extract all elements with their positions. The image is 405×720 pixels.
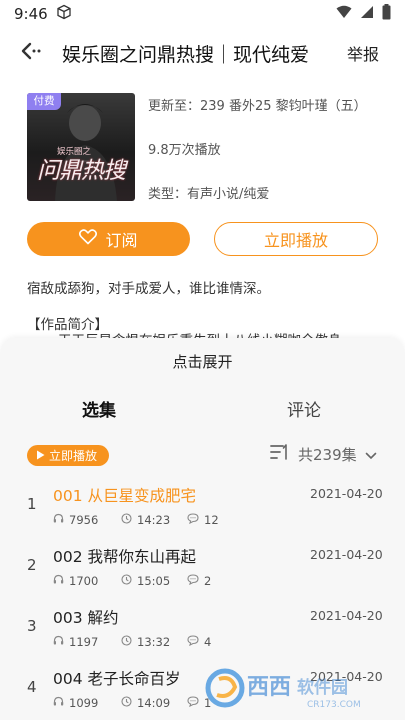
comments-stat: 4 (187, 635, 211, 649)
plays-stat: 1700 (53, 574, 121, 588)
plays-stat: 1099 (53, 696, 121, 710)
episode-sheet: 点击展开 选集 评论 立即播放 共239集 1 001 从巨星变成肥宅 2021-0… (0, 338, 405, 720)
episode-date: 2021-04-20 (310, 547, 383, 562)
duration: 14:09 (137, 696, 171, 710)
duration: 15:05 (137, 574, 171, 588)
comments-count: 2 (204, 574, 212, 588)
headphones-icon (53, 696, 64, 710)
comment-icon (187, 635, 199, 649)
episode-title: 003 解约 (53, 609, 119, 627)
comments-stat: 2 (187, 574, 211, 588)
clock-icon (121, 696, 132, 710)
category: 类型：有声小说/纯爱 (148, 187, 270, 202)
back-button[interactable] (0, 28, 62, 78)
play-icon (36, 449, 45, 463)
tagline: 宿敌成舔狗，对手成爱人，谁比谁情深。 (27, 281, 270, 297)
subscribe-label: 订阅 (105, 231, 138, 250)
plays-count: 7956 (69, 513, 99, 527)
plays-count: 1197 (69, 635, 99, 649)
book-info: 付费 娱乐圈之 问鼎热搜 更新至：239 番外25 黎钧叶瑾（五） 9.8万次播… (27, 93, 387, 205)
chevron-down-icon (365, 445, 377, 464)
subscribe-button[interactable]: 订阅 (27, 222, 190, 256)
cover-badge: 付费 (27, 93, 61, 110)
play-chip-button[interactable]: 立即播放 (27, 445, 109, 466)
duration-stat: 14:09 (121, 696, 187, 710)
sort-icon (270, 443, 290, 465)
svg-text:软件园: 软件园 (297, 677, 348, 698)
tab-episodes[interactable]: 选集 (82, 396, 116, 421)
plays-count: 1099 (69, 696, 99, 710)
headphones-icon (53, 574, 64, 588)
episode-stats: 1197 13:32 4 (53, 635, 211, 649)
episode-title: 001 从巨星变成肥宅 (53, 487, 197, 505)
episode-total: 共239集 (298, 445, 357, 464)
comment-icon (187, 696, 199, 710)
svg-text:西西: 西西 (247, 675, 291, 700)
wifi-icon (336, 5, 352, 23)
episode-title: 002 我帮你东山再起 (53, 548, 197, 566)
cover-title: 问鼎热搜 (37, 158, 126, 184)
duration: 13:32 (137, 635, 171, 649)
plays-stat: 1197 (53, 635, 121, 649)
episode-index: 2 (27, 556, 37, 574)
status-time: 9:46 (14, 5, 48, 23)
title-bar: 娱乐圈之问鼎热搜｜现代纯爱 举报 (0, 28, 405, 78)
clock-icon (121, 513, 132, 527)
duration-stat: 15:05 (121, 574, 187, 588)
page-title: 娱乐圈之问鼎热搜｜现代纯爱 (62, 43, 310, 66)
episode-title: 004 老子长命百岁 (53, 670, 181, 688)
episode-stats: 1700 15:05 2 (53, 574, 211, 588)
plays-count: 1700 (69, 574, 99, 588)
duration: 14:23 (137, 513, 171, 527)
box-icon (56, 4, 72, 24)
headphones-icon (53, 635, 64, 649)
tab-comments[interactable]: 评论 (287, 396, 321, 421)
episode-index: 3 (27, 617, 37, 635)
expand-toggle[interactable]: 点击展开 (0, 351, 405, 372)
update-info: 更新至：239 番外25 黎钧叶瑾（五） (148, 99, 367, 114)
duration-stat: 13:32 (121, 635, 187, 649)
episode-date: 2021-04-20 (310, 608, 383, 623)
comment-icon (187, 513, 199, 527)
episode-index: 1 (27, 495, 37, 513)
comment-icon (187, 574, 199, 588)
comments-stat: 12 (187, 513, 219, 527)
back-icon (20, 42, 42, 64)
headphones-icon (53, 513, 64, 527)
comments-count: 4 (204, 635, 212, 649)
battery-icon (382, 4, 391, 24)
play-now-button[interactable]: 立即播放 (214, 222, 378, 256)
play-count: 9.8万次播放 (148, 143, 221, 158)
play-chip-label: 立即播放 (49, 449, 98, 463)
duration-stat: 14:23 (121, 513, 187, 527)
svg-text:CR173.COM: CR173.COM (307, 700, 361, 710)
play-now-label: 立即播放 (263, 231, 328, 250)
sort-control[interactable]: 共239集 (270, 443, 377, 465)
book-cover[interactable]: 付费 娱乐圈之 问鼎热搜 (27, 93, 135, 201)
heart-icon (79, 229, 98, 249)
episode-row[interactable]: 1 001 从巨星变成肥宅 2021-04-20 7956 14:23 12 (0, 476, 405, 537)
clock-icon (121, 574, 132, 588)
episode-date: 2021-04-20 (310, 486, 383, 501)
status-bar: 9:46 (0, 0, 405, 28)
plays-stat: 7956 (53, 513, 121, 527)
report-button[interactable]: 举报 (347, 41, 379, 65)
episode-row[interactable]: 3 003 解约 2021-04-20 1197 13:32 4 (0, 598, 405, 659)
episode-index: 4 (27, 678, 37, 696)
signal-icon (360, 5, 374, 23)
watermark-logo: 西西 软件园 CR173.COM (205, 665, 389, 711)
episode-stats: 7956 14:23 12 (53, 513, 219, 527)
episode-row[interactable]: 2 002 我帮你东山再起 2021-04-20 1700 15:05 2 (0, 537, 405, 598)
clock-icon (121, 635, 132, 649)
comments-count: 12 (204, 513, 219, 527)
episode-stats: 1099 14:09 1 (53, 696, 211, 710)
